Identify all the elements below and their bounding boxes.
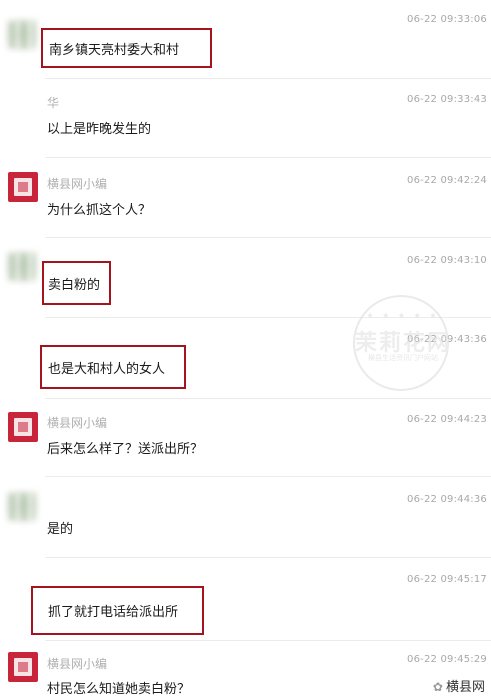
footer-brand-label: 横县网 xyxy=(445,680,485,695)
wechat-icon: ✿ xyxy=(432,680,443,694)
watermark: ★ ★ ★ ★ ★ 茉莉花网 横县生活资讯门户网站 xyxy=(333,295,473,391)
message-timestamp: 06-22 09:33:06 xyxy=(407,14,487,25)
sender-name: 横县网小编 xyxy=(47,177,108,191)
message-timestamp: 06-22 09:45:29 xyxy=(407,654,487,665)
divider xyxy=(45,476,491,477)
message-timestamp: 06-22 09:45:17 xyxy=(407,574,487,585)
message-text: 是的 xyxy=(47,522,74,537)
highlight-box: 也是大和村人的女人 xyxy=(40,345,186,389)
message-timestamp: 06-22 09:44:23 xyxy=(407,414,487,425)
watermark-subtitle: 横县生活资讯门户网站 xyxy=(368,354,438,362)
highlight-box: 南乡镇天亮村委大和村 xyxy=(41,28,212,68)
avatar[interactable] xyxy=(8,172,38,202)
message-timestamp: 06-22 09:43:10 xyxy=(407,255,487,266)
divider xyxy=(45,237,491,238)
message-text: 南乡镇天亮村委大和村 xyxy=(49,43,180,58)
message-timestamp: 06-22 09:42:24 xyxy=(407,175,487,186)
sender-name: 华 xyxy=(47,96,60,110)
message-text: 后来怎么样了？送派出所？ xyxy=(47,442,204,457)
message-text: 为什么抓这个人？ xyxy=(47,203,152,218)
divider xyxy=(45,640,491,641)
divider xyxy=(45,557,491,558)
message-timestamp: 06-22 09:44:36 xyxy=(407,494,487,505)
highlight-box: 抓了就打电话给派出所 xyxy=(31,586,204,635)
sender-name: 横县网小编 xyxy=(47,416,108,430)
message-text: 抓了就打电话给派出所 xyxy=(48,605,179,620)
watermark-stars: ★ ★ ★ ★ ★ xyxy=(366,311,440,320)
message-text: 卖白粉的 xyxy=(48,278,101,293)
avatar[interactable] xyxy=(5,250,39,284)
message-text: 也是大和村人的女人 xyxy=(48,362,166,377)
avatar[interactable] xyxy=(5,490,39,524)
avatar[interactable] xyxy=(8,412,38,442)
divider xyxy=(45,157,491,158)
message-text: 以上是昨晚发生的 xyxy=(47,122,152,137)
message-timestamp: 06-22 09:33:43 xyxy=(407,94,487,105)
divider xyxy=(45,398,491,399)
divider xyxy=(45,78,491,79)
highlight-box: 卖白粉的 xyxy=(42,261,111,305)
message-text: 村民怎么知道她卖白粉？ xyxy=(47,682,191,697)
footer-brand: ✿ 横县网 xyxy=(433,676,485,695)
sender-name: 横县网小编 xyxy=(47,657,108,671)
avatar[interactable] xyxy=(5,18,39,52)
avatar[interactable] xyxy=(8,652,38,682)
